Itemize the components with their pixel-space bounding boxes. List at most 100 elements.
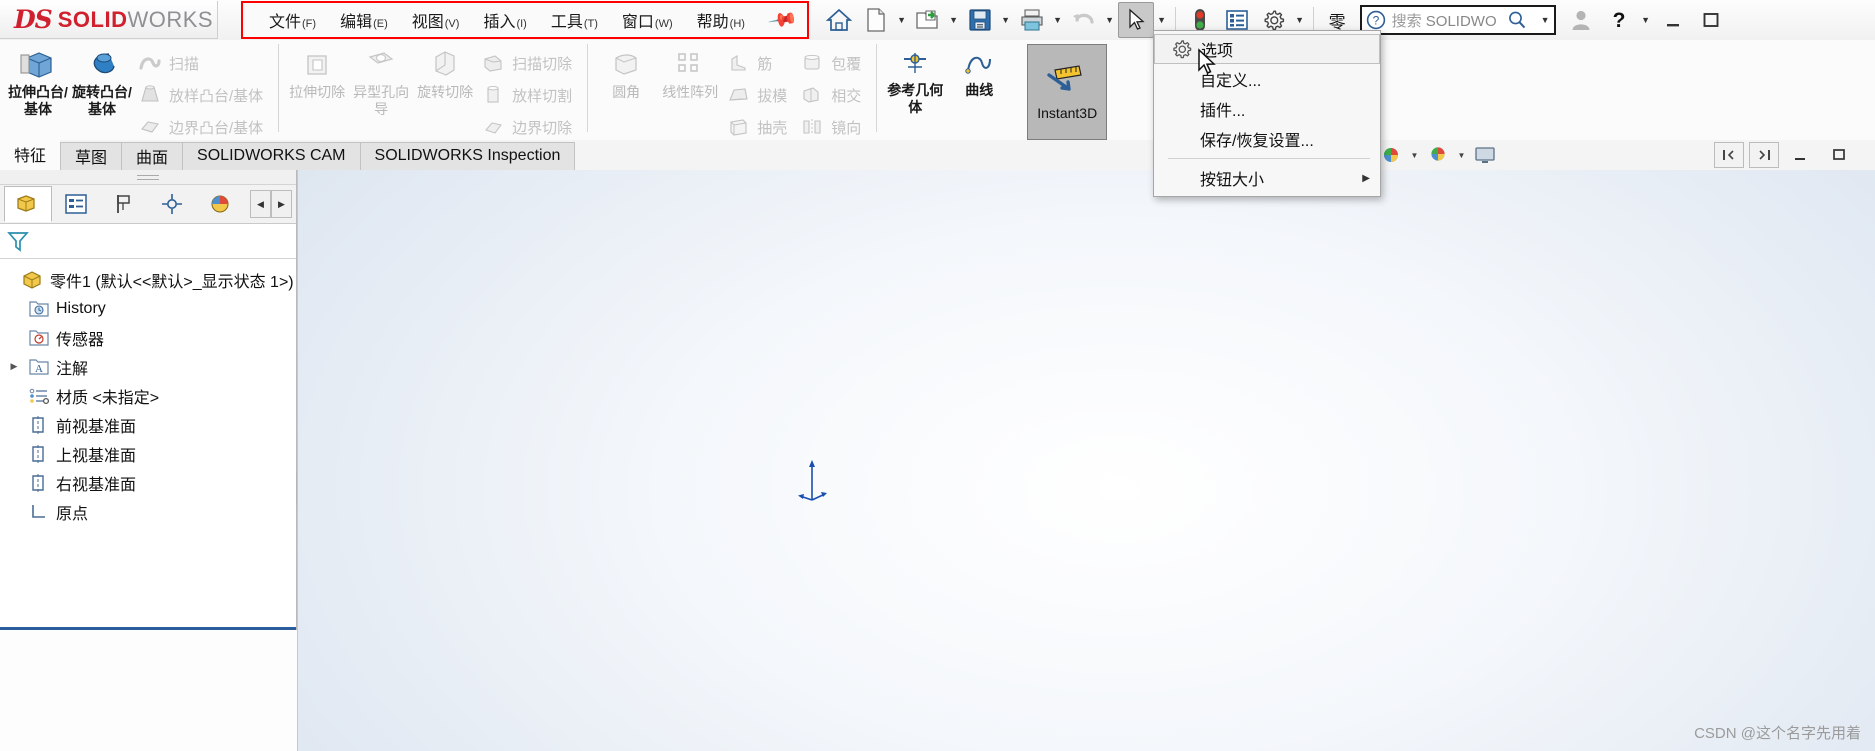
- user-account-button[interactable]: [1563, 5, 1599, 35]
- menu-view[interactable]: 视图 (V): [400, 4, 472, 36]
- search-caret[interactable]: ▼: [1537, 15, 1550, 25]
- open-caret[interactable]: ▼: [947, 3, 961, 37]
- panel-restore-button[interactable]: [1821, 140, 1857, 170]
- ribbon-group-reference: 参考几何体 曲线: [877, 40, 1017, 142]
- revolved-boss-base-button[interactable]: 旋转凸台/基体: [70, 42, 134, 119]
- appearance-caret[interactable]: ▼: [1408, 141, 1421, 169]
- cursor-arrow-icon: [1128, 8, 1145, 30]
- menu-window-key: (W): [654, 18, 673, 30]
- shell-button[interactable]: 抽壳: [722, 111, 796, 143]
- tab-solidworks-cam[interactable]: SOLIDWORKS CAM: [182, 142, 361, 170]
- part-icon: [22, 269, 44, 291]
- menu-file[interactable]: 文件 (F): [257, 4, 328, 36]
- boundary-cut-button[interactable]: 边界切除: [477, 111, 581, 143]
- scroll-tabs-left-button[interactable]: ◀: [250, 190, 271, 218]
- save-button[interactable]: [962, 2, 998, 38]
- revolved-cut-button[interactable]: 旋转切除: [413, 42, 477, 102]
- menu-item-options[interactable]: 选项: [1154, 34, 1380, 64]
- tree-item-right-plane[interactable]: 右视基准面: [4, 468, 296, 497]
- hole-wizard-button[interactable]: 异型孔向导: [349, 42, 413, 119]
- draft-button[interactable]: 拔模: [722, 79, 796, 111]
- menu-item-addins[interactable]: 插件...: [1154, 94, 1380, 124]
- linear-pattern-button[interactable]: 线性阵列: [658, 42, 722, 102]
- tree-item-material[interactable]: 材质 <未指定>: [4, 381, 296, 410]
- panel-minimize-button[interactable]: [1782, 140, 1818, 170]
- search-box[interactable]: ? 搜索 SOLIDWO ▼: [1359, 5, 1556, 35]
- feature-tree-filter[interactable]: [0, 224, 296, 259]
- lofted-boss-button[interactable]: 放样凸台/基体: [134, 79, 272, 111]
- zero-label[interactable]: 零: [1320, 8, 1355, 33]
- tree-item-sensors[interactable]: 传感器: [4, 323, 296, 352]
- menu-insert[interactable]: 插入 (I): [471, 4, 538, 36]
- menu-tools[interactable]: 工具 (T): [539, 4, 610, 36]
- instant3d-button[interactable]: Instant3D: [1027, 44, 1108, 140]
- tree-item-top-plane[interactable]: 上视基准面: [4, 439, 296, 468]
- extruded-boss-base-button[interactable]: 拉伸凸台/基体: [6, 42, 70, 119]
- feature-manager-panel: ◀ ▶ 零件1 (默认<<默认>_显示状态 1>) History 传感器 ▶ …: [0, 170, 297, 630]
- open-button[interactable]: [910, 2, 946, 38]
- scene-caret[interactable]: ▼: [1455, 141, 1468, 169]
- mirror-button[interactable]: 镜向: [796, 111, 870, 143]
- intersect-button[interactable]: 相交: [796, 79, 870, 111]
- extruded-cut-button[interactable]: 拉伸切除: [285, 42, 349, 102]
- panel-splitter[interactable]: [0, 170, 296, 185]
- pushpin-icon[interactable]: 📌: [766, 3, 799, 36]
- home-icon: [825, 8, 852, 31]
- tab-solidworks-inspection[interactable]: SOLIDWORKS Inspection: [359, 142, 576, 170]
- print-button[interactable]: [1014, 2, 1050, 38]
- apply-scene-button[interactable]: [1422, 140, 1454, 170]
- maximize-button[interactable]: [1693, 5, 1729, 35]
- new-document-button[interactable]: [858, 2, 894, 38]
- help-button[interactable]: ?: [1601, 5, 1637, 35]
- tree-item-origin[interactable]: 原点: [4, 497, 296, 526]
- ribbon-small-col-features2: 包覆 相交 镜向: [796, 42, 870, 143]
- home-button[interactable]: [821, 2, 857, 38]
- undo-caret[interactable]: ▼: [1103, 3, 1117, 37]
- revolved-boss-base-label: 旋转凸台/基体: [72, 84, 132, 117]
- save-caret[interactable]: ▼: [999, 3, 1013, 37]
- menu-item-save-restore-settings[interactable]: 保存/恢复设置...: [1154, 124, 1380, 154]
- swept-boss-button[interactable]: 扫描: [134, 47, 272, 79]
- menu-help[interactable]: 帮助 (H): [685, 4, 757, 36]
- tree-expander-annotations[interactable]: ▶: [6, 361, 22, 372]
- scroll-tabs-right-button[interactable]: ▶: [271, 190, 292, 218]
- expand-right-button[interactable]: [1749, 142, 1779, 168]
- tree-item-history[interactable]: History: [4, 294, 296, 323]
- instant3d-label: Instant3D: [1037, 105, 1098, 121]
- reference-geometry-button[interactable]: 参考几何体: [883, 42, 947, 117]
- tab-sketch[interactable]: 草图: [60, 142, 123, 170]
- user-account-icon: [1572, 10, 1590, 30]
- collapse-left-button[interactable]: [1714, 142, 1744, 168]
- graphics-area[interactable]: CSDN @这个名字先用着: [297, 170, 1875, 751]
- lofted-cut-button[interactable]: 放样切割: [477, 79, 581, 111]
- fillet-button[interactable]: 圆角: [594, 42, 658, 102]
- minimize-button[interactable]: [1655, 5, 1691, 35]
- swept-cut-button[interactable]: 扫描切除: [477, 47, 581, 79]
- print-caret[interactable]: ▼: [1051, 3, 1065, 37]
- boundary-boss-button[interactable]: 边界凸台/基体: [134, 111, 272, 143]
- menu-item-button-size[interactable]: 按钮大小 ▶: [1154, 163, 1380, 193]
- reference-geometry-label: 参考几何体: [887, 82, 944, 115]
- menu-edit[interactable]: 编辑 (E): [328, 4, 400, 36]
- configuration-manager-tab[interactable]: [100, 186, 148, 222]
- tab-features[interactable]: 特征: [0, 140, 61, 170]
- menu-item-customize[interactable]: 自定义...: [1154, 64, 1380, 94]
- view-settings-button[interactable]: [1469, 140, 1501, 170]
- feature-manager-tab[interactable]: [4, 186, 52, 222]
- display-manager-tab[interactable]: [196, 186, 244, 222]
- select-button[interactable]: [1117, 2, 1154, 38]
- curves-button[interactable]: 曲线: [947, 42, 1011, 100]
- tab-surfaces[interactable]: 曲面: [121, 142, 184, 170]
- property-manager-tab[interactable]: [52, 186, 100, 222]
- wrap-button[interactable]: 包覆: [796, 47, 870, 79]
- new-document-caret[interactable]: ▼: [895, 3, 909, 37]
- help-caret[interactable]: ▼: [1639, 3, 1653, 37]
- menu-window[interactable]: 窗口 (W): [610, 4, 685, 36]
- rib-button[interactable]: 筋: [722, 47, 796, 79]
- dimxpert-manager-tab[interactable]: [148, 186, 196, 222]
- tree-root-part[interactable]: 零件1 (默认<<默认>_显示状态 1>): [4, 265, 296, 294]
- tree-item-annotations[interactable]: ▶ A 注解: [4, 352, 296, 381]
- tree-item-front-plane[interactable]: 前视基准面: [4, 410, 296, 439]
- loft-icon: [138, 85, 162, 105]
- undo-button[interactable]: [1066, 2, 1102, 38]
